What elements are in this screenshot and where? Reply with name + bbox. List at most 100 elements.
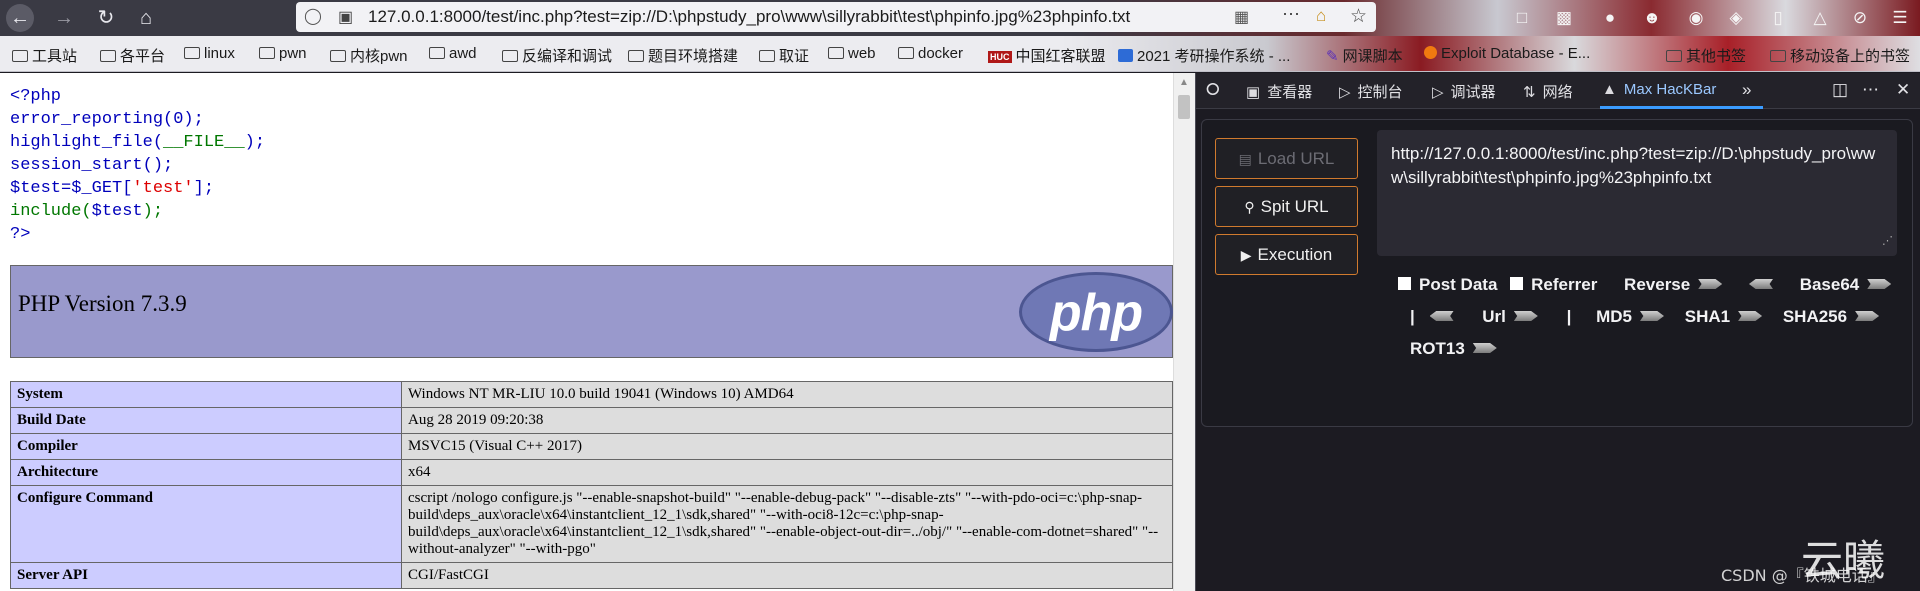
- table-row: Build Date Aug 28 2019 09:20:38: [10, 407, 1173, 434]
- bookmark-folder[interactable]: 内核pwn: [330, 45, 408, 66]
- bookmark-folder[interactable]: 移动设备上的书签: [1770, 45, 1910, 66]
- execution-button[interactable]: ▶ Execution: [1215, 234, 1358, 275]
- code-line: highlight_file(__FILE__);: [10, 133, 266, 152]
- sha1-button[interactable]: SHA1: [1685, 307, 1763, 326]
- sha256-button[interactable]: SHA256: [1783, 307, 1880, 326]
- option-row: Post Data Referrer Reverse Base64: [1398, 275, 1892, 295]
- network-icon: ⇅: [1523, 84, 1536, 101]
- scrollbar-thumb[interactable]: [1178, 95, 1190, 119]
- page-actions-icon[interactable]: ⋯: [1282, 4, 1300, 25]
- bookmark-link[interactable]: HUC 中国红客联盟: [988, 45, 1106, 66]
- table-row: Server API CGI/FastCGI: [10, 562, 1173, 589]
- bookmark-folder[interactable]: web: [828, 45, 876, 62]
- load-url-button[interactable]: ▤ Load URL: [1215, 138, 1358, 179]
- folder-icon: [259, 47, 275, 59]
- hackbar-panel: ▤ Load URL ⚲ Spit URL ▶ Execution http://12…: [1201, 119, 1913, 427]
- account-icon[interactable]: ☻: [1640, 6, 1664, 30]
- scroll-up-arrow-icon[interactable]: ▲: [1179, 77, 1189, 88]
- extension-icon[interactable]: ●: [1598, 6, 1622, 30]
- arrow-left-icon[interactable]: [1429, 311, 1454, 321]
- option-row: | Url | MD5 SHA1 SHA256: [1410, 307, 1880, 327]
- page-info-icon[interactable]: ▣: [338, 7, 353, 27]
- tab-inspector[interactable]: ▣ 查看器: [1246, 81, 1312, 102]
- downloads-icon[interactable]: □: [1510, 6, 1534, 30]
- tracking-shield-icon[interactable]: ◯: [304, 6, 322, 26]
- arrow-right-icon: [1867, 279, 1892, 289]
- dock-toggle-icon[interactable]: ◫: [1832, 80, 1848, 100]
- library-icon[interactable]: ▩: [1552, 6, 1576, 30]
- site-home-icon[interactable]: ⌂: [1316, 6, 1326, 26]
- tab-debugger[interactable]: ▷ 调试器: [1432, 81, 1496, 102]
- extension-icon[interactable]: ◈: [1724, 6, 1748, 30]
- extension-icon[interactable]: ▯: [1766, 6, 1790, 30]
- url-encode-button[interactable]: Url: [1482, 307, 1538, 326]
- separator: |: [1410, 307, 1415, 326]
- code-line: ?>: [10, 225, 31, 244]
- home-button[interactable]: ⌂: [132, 4, 160, 32]
- more-tabs-icon[interactable]: »: [1742, 80, 1751, 100]
- row-value: MSVC15 (Visual C++ 2017): [401, 433, 1173, 460]
- hackbar-url-textarea[interactable]: http://127.0.0.1:8000/test/inc.php?test=…: [1377, 130, 1897, 256]
- md5-button[interactable]: MD5: [1596, 307, 1664, 326]
- watermark-credit: CSDN @『铁城电话』: [1721, 566, 1884, 585]
- split-url-button[interactable]: ⚲ Spit URL: [1215, 186, 1358, 227]
- script-icon: ✎: [1326, 48, 1339, 65]
- bookmark-link[interactable]: Exploit Database - E...: [1424, 45, 1590, 62]
- forward-button[interactable]: →: [50, 4, 78, 32]
- tab-console[interactable]: ▷ 控制台: [1339, 81, 1403, 102]
- bookmark-link[interactable]: 2021 考研操作系统 - ...: [1118, 45, 1290, 66]
- bookmark-folder[interactable]: 其他书签: [1666, 45, 1746, 66]
- bookmark-folder[interactable]: 各平台: [100, 45, 165, 66]
- bookmark-folder[interactable]: awd: [429, 45, 477, 62]
- tab-network[interactable]: ⇅ 网络: [1523, 81, 1573, 102]
- hackbar-icon: ▲: [1602, 81, 1617, 98]
- reverse-button[interactable]: Reverse: [1624, 275, 1723, 294]
- bookmark-folder[interactable]: docker: [898, 45, 963, 62]
- base64-button[interactable]: Base64: [1800, 275, 1892, 294]
- folder-icon: [184, 47, 200, 59]
- address-input[interactable]: 127.0.0.1:8000/test/inc.php?test=zip://D…: [368, 7, 1130, 27]
- devtools-panel: ⭘ ▣ 查看器 ▷ 控制台 ▷ 调试器 ⇅ 网络 ▲ Max HacKBar » ◫ ⋯ …: [1195, 73, 1920, 591]
- folder-icon: [100, 50, 116, 62]
- page-scrollbar[interactable]: ▲: [1173, 73, 1195, 591]
- bookmarks-bar: 工具站 各平台 linux pwn 内核pwn awd 反编译和调试 题目环境搭…: [0, 36, 1920, 72]
- bookmark-folder[interactable]: 工具站: [12, 45, 77, 66]
- menu-icon[interactable]: ☰: [1888, 6, 1912, 30]
- address-bar[interactable]: ◯ ▣ 127.0.0.1:8000/test/inc.php?test=zip…: [296, 2, 1376, 32]
- row-value: CGI/FastCGI: [401, 562, 1173, 589]
- back-button[interactable]: ←: [6, 4, 34, 32]
- bookmark-folder[interactable]: 题目环境搭建: [628, 45, 738, 66]
- table-row: System Windows NT MR-LIU 10.0 build 19041…: [10, 381, 1173, 408]
- folder-icon: [12, 50, 28, 62]
- row-value: x64: [401, 459, 1173, 486]
- referrer-checkbox[interactable]: [1510, 277, 1524, 290]
- table-row: Compiler MSVC15 (Visual C++ 2017): [10, 433, 1173, 460]
- resize-grip-icon[interactable]: ⋰: [1882, 229, 1893, 253]
- bookmark-link[interactable]: ✎ 网课脚本: [1326, 45, 1403, 66]
- arrow-left-icon[interactable]: [1748, 279, 1773, 289]
- qr-code-icon[interactable]: ▦: [1234, 7, 1249, 27]
- devtools-options-icon[interactable]: ⋯: [1862, 80, 1879, 100]
- reload-button[interactable]: ↻: [92, 4, 120, 32]
- close-icon[interactable]: ✕: [1896, 80, 1910, 100]
- block-icon[interactable]: ⊘: [1848, 6, 1872, 30]
- page-content: <?php error_reporting(0); highlight_file…: [0, 73, 1173, 591]
- php-source-code: <?php error_reporting(0); highlight_file…: [10, 85, 265, 246]
- rot13-button[interactable]: ROT13: [1410, 339, 1497, 358]
- php-logo[interactable]: php: [1019, 272, 1173, 352]
- arrow-right-icon: [1738, 311, 1763, 321]
- extension-icon[interactable]: △: [1808, 6, 1832, 30]
- table-row: Architecture x64: [10, 459, 1173, 486]
- post-data-checkbox[interactable]: [1398, 277, 1411, 290]
- exploit-db-icon: [1424, 46, 1437, 59]
- extension-icon[interactable]: ◉: [1684, 6, 1708, 30]
- debugger-icon: ▷: [1432, 84, 1444, 101]
- element-picker-icon[interactable]: ⭘: [1206, 80, 1220, 100]
- folder-icon: [1770, 50, 1786, 62]
- bookmark-folder[interactable]: linux: [184, 45, 235, 62]
- tab-max-hackbar[interactable]: ▲ Max HacKBar: [1602, 81, 1716, 98]
- bookmark-star-icon[interactable]: ☆: [1350, 5, 1367, 28]
- bookmark-folder[interactable]: pwn: [259, 45, 307, 62]
- bookmark-folder[interactable]: 取证: [759, 45, 809, 66]
- bookmark-folder[interactable]: 反编译和调试: [502, 45, 612, 66]
